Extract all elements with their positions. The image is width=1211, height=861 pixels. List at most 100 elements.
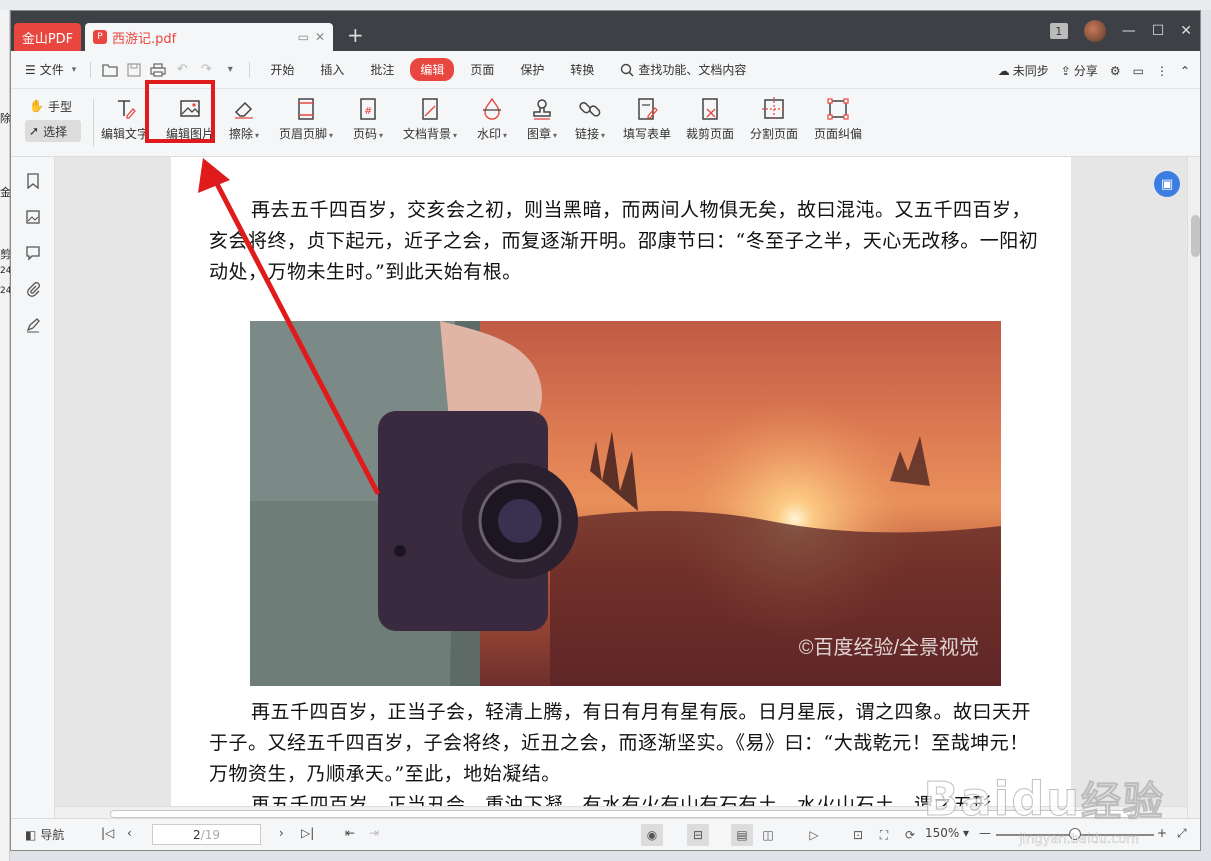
- tab-page[interactable]: 页面: [460, 58, 504, 81]
- link-label: 链接: [575, 127, 600, 141]
- edit-text-button[interactable]: 编辑文字: [101, 93, 149, 149]
- actual-size-icon[interactable]: ⊡: [847, 824, 869, 846]
- edit-image-icon: [180, 100, 200, 117]
- hand-mode-button[interactable]: ✋ 手型: [25, 95, 81, 117]
- watermark-button[interactable]: 水印 ▾: [477, 93, 507, 149]
- page-number-input[interactable]: 2 /19: [152, 824, 261, 845]
- tab-convert[interactable]: 转换: [560, 58, 604, 81]
- link-button[interactable]: 链接 ▾: [575, 93, 605, 149]
- vertical-scrollbar[interactable]: [1187, 157, 1200, 820]
- tab-start[interactable]: 开始: [260, 58, 304, 81]
- settings-gear-icon[interactable]: ⚙: [1110, 64, 1121, 78]
- more-vertical-icon[interactable]: ⋮: [1156, 64, 1168, 78]
- new-tab-button[interactable]: +: [347, 25, 364, 45]
- zoom-out-icon[interactable]: —: [979, 826, 991, 840]
- stamp-button[interactable]: 图章 ▾: [527, 93, 557, 149]
- deskew-icon: [827, 98, 849, 120]
- split-icon: [762, 97, 786, 121]
- split-page-button[interactable]: 分割页面: [750, 93, 798, 149]
- chevron-down-icon: ▾: [503, 131, 508, 140]
- zoom-dropdown-icon[interactable]: ▾: [963, 826, 969, 840]
- redo-icon[interactable]: ↷: [197, 61, 215, 79]
- zoom-in-icon[interactable]: +: [1157, 826, 1167, 840]
- previous-page-icon[interactable]: ‹: [127, 826, 132, 840]
- next-page-icon[interactable]: ›: [279, 826, 284, 840]
- fullscreen-icon[interactable]: ⤢: [1177, 826, 1187, 841]
- quick-access-dropdown-icon[interactable]: ▾: [221, 61, 239, 79]
- rotate-icon[interactable]: ⟳: [899, 824, 921, 846]
- user-avatar[interactable]: [1083, 20, 1106, 42]
- bookmark-icon[interactable]: [23, 171, 43, 191]
- undo-icon[interactable]: ↶: [173, 61, 191, 79]
- last-page-icon[interactable]: ▷|: [301, 826, 314, 840]
- sync-status[interactable]: ☁ 未同步: [998, 62, 1049, 79]
- vertical-scroll-thumb[interactable]: [1191, 215, 1200, 257]
- single-page-icon[interactable]: ▤: [731, 824, 753, 846]
- navigation-toggle[interactable]: ◧ 导航: [25, 826, 64, 843]
- signature-icon[interactable]: [23, 315, 43, 335]
- zoom-level[interactable]: 150%: [925, 826, 959, 840]
- page-paragraph: 再五千四百岁，正当子会，轻清上腾，有日有月有星有辰。日月星辰，谓之四象。故曰天开…: [209, 701, 1032, 785]
- share-button[interactable]: ⇪ 分享: [1061, 62, 1098, 79]
- close-window-icon[interactable]: ✕: [1180, 23, 1192, 39]
- baidu-watermark: Baidu经验: [923, 772, 1165, 827]
- fit-width-icon[interactable]: ⊟: [687, 824, 709, 846]
- eye-protection-icon[interactable]: ◉: [641, 824, 663, 846]
- message-icon[interactable]: ▭: [1133, 64, 1144, 78]
- eraser-icon: [234, 101, 254, 119]
- divider: [249, 61, 251, 78]
- pin-window-icon[interactable]: ▭: [298, 30, 309, 44]
- sync-label: 未同步: [1012, 64, 1049, 78]
- document-workspace: 再去五千四百岁，交亥会之初，则当黑暗，而两间人物俱无矣，故曰混沌。又五千四百岁，…: [11, 157, 1200, 820]
- close-tab-icon[interactable]: ✕: [315, 30, 325, 44]
- floating-tool-button[interactable]: ▣: [1154, 171, 1180, 197]
- open-folder-icon[interactable]: [101, 61, 119, 79]
- play-slideshow-icon[interactable]: ▷: [803, 824, 825, 846]
- two-page-icon[interactable]: ◫: [757, 824, 779, 846]
- page-deskew-button[interactable]: 页面纠偏: [814, 93, 862, 149]
- pdf-page: 再去五千四百岁，交亥会之初，则当黑暗，而两间人物俱无矣，故曰混沌。又五千四百岁，…: [171, 157, 1071, 816]
- form-icon: [638, 98, 658, 120]
- fill-form-button[interactable]: 填写表单: [623, 93, 671, 149]
- document-tab[interactable]: P 西游记.pdf ▭ ✕: [85, 23, 333, 51]
- erase-button[interactable]: 擦除 ▾: [229, 93, 259, 149]
- tab-protect[interactable]: 保护: [510, 58, 554, 81]
- maximize-icon[interactable]: ☐: [1152, 23, 1165, 39]
- edit-image-button[interactable]: 编辑图片: [166, 93, 214, 149]
- chevron-down-icon: ▾: [379, 131, 384, 140]
- tab-edit[interactable]: 编辑: [410, 58, 455, 81]
- erase-label: 擦除: [229, 127, 254, 141]
- file-menu[interactable]: ☰ 文件 ▾: [25, 61, 76, 78]
- menu-bar: ☰ 文件 ▾ ↶ ↷ ▾ 开始 插入 批注 编辑 页面 保护 转换 查找功能、文…: [11, 51, 1200, 89]
- app-home-tab[interactable]: 金山PDF: [14, 23, 81, 51]
- document-background-label: 文档背景: [403, 127, 452, 141]
- crop-icon: [702, 98, 718, 120]
- minimize-icon[interactable]: —: [1122, 23, 1136, 39]
- tab-annotate[interactable]: 批注: [360, 58, 404, 81]
- document-background-button[interactable]: 文档背景 ▾: [403, 93, 457, 149]
- print-icon[interactable]: [149, 61, 167, 79]
- attachment-icon[interactable]: [23, 279, 43, 299]
- thumbnail-icon[interactable]: [23, 207, 43, 227]
- page-deskew-label: 页面纠偏: [814, 127, 863, 141]
- feature-search-label: 查找功能、文档内容: [638, 63, 747, 77]
- crop-page-button[interactable]: 裁剪页面: [686, 93, 734, 149]
- comment-icon[interactable]: [23, 243, 43, 263]
- divider: [90, 61, 92, 78]
- feature-search[interactable]: 查找功能、文档内容: [620, 61, 746, 78]
- collapse-ribbon-icon[interactable]: ⌃: [1180, 64, 1190, 78]
- window-count-badge[interactable]: 1: [1049, 23, 1068, 39]
- forward-view-icon[interactable]: ⇥: [369, 826, 379, 840]
- document-photo[interactable]: ©百度经验/全景视觉: [250, 321, 1001, 686]
- image-watermark: ©百度经验/全景视觉: [798, 637, 979, 659]
- save-icon[interactable]: [125, 61, 143, 79]
- back-view-icon[interactable]: ⇤: [345, 826, 355, 840]
- fit-page-icon[interactable]: ⛶: [873, 824, 895, 846]
- chevron-down-icon: ▾: [553, 131, 558, 140]
- first-page-icon[interactable]: |◁: [101, 826, 114, 840]
- select-mode-button[interactable]: ➚ 选择: [25, 120, 81, 142]
- page-number-button[interactable]: # 页码 ▾: [353, 93, 383, 149]
- page-number-icon: #: [360, 98, 376, 120]
- tab-insert[interactable]: 插入: [310, 58, 354, 81]
- header-footer-button[interactable]: 页眉页脚 ▾: [279, 93, 333, 149]
